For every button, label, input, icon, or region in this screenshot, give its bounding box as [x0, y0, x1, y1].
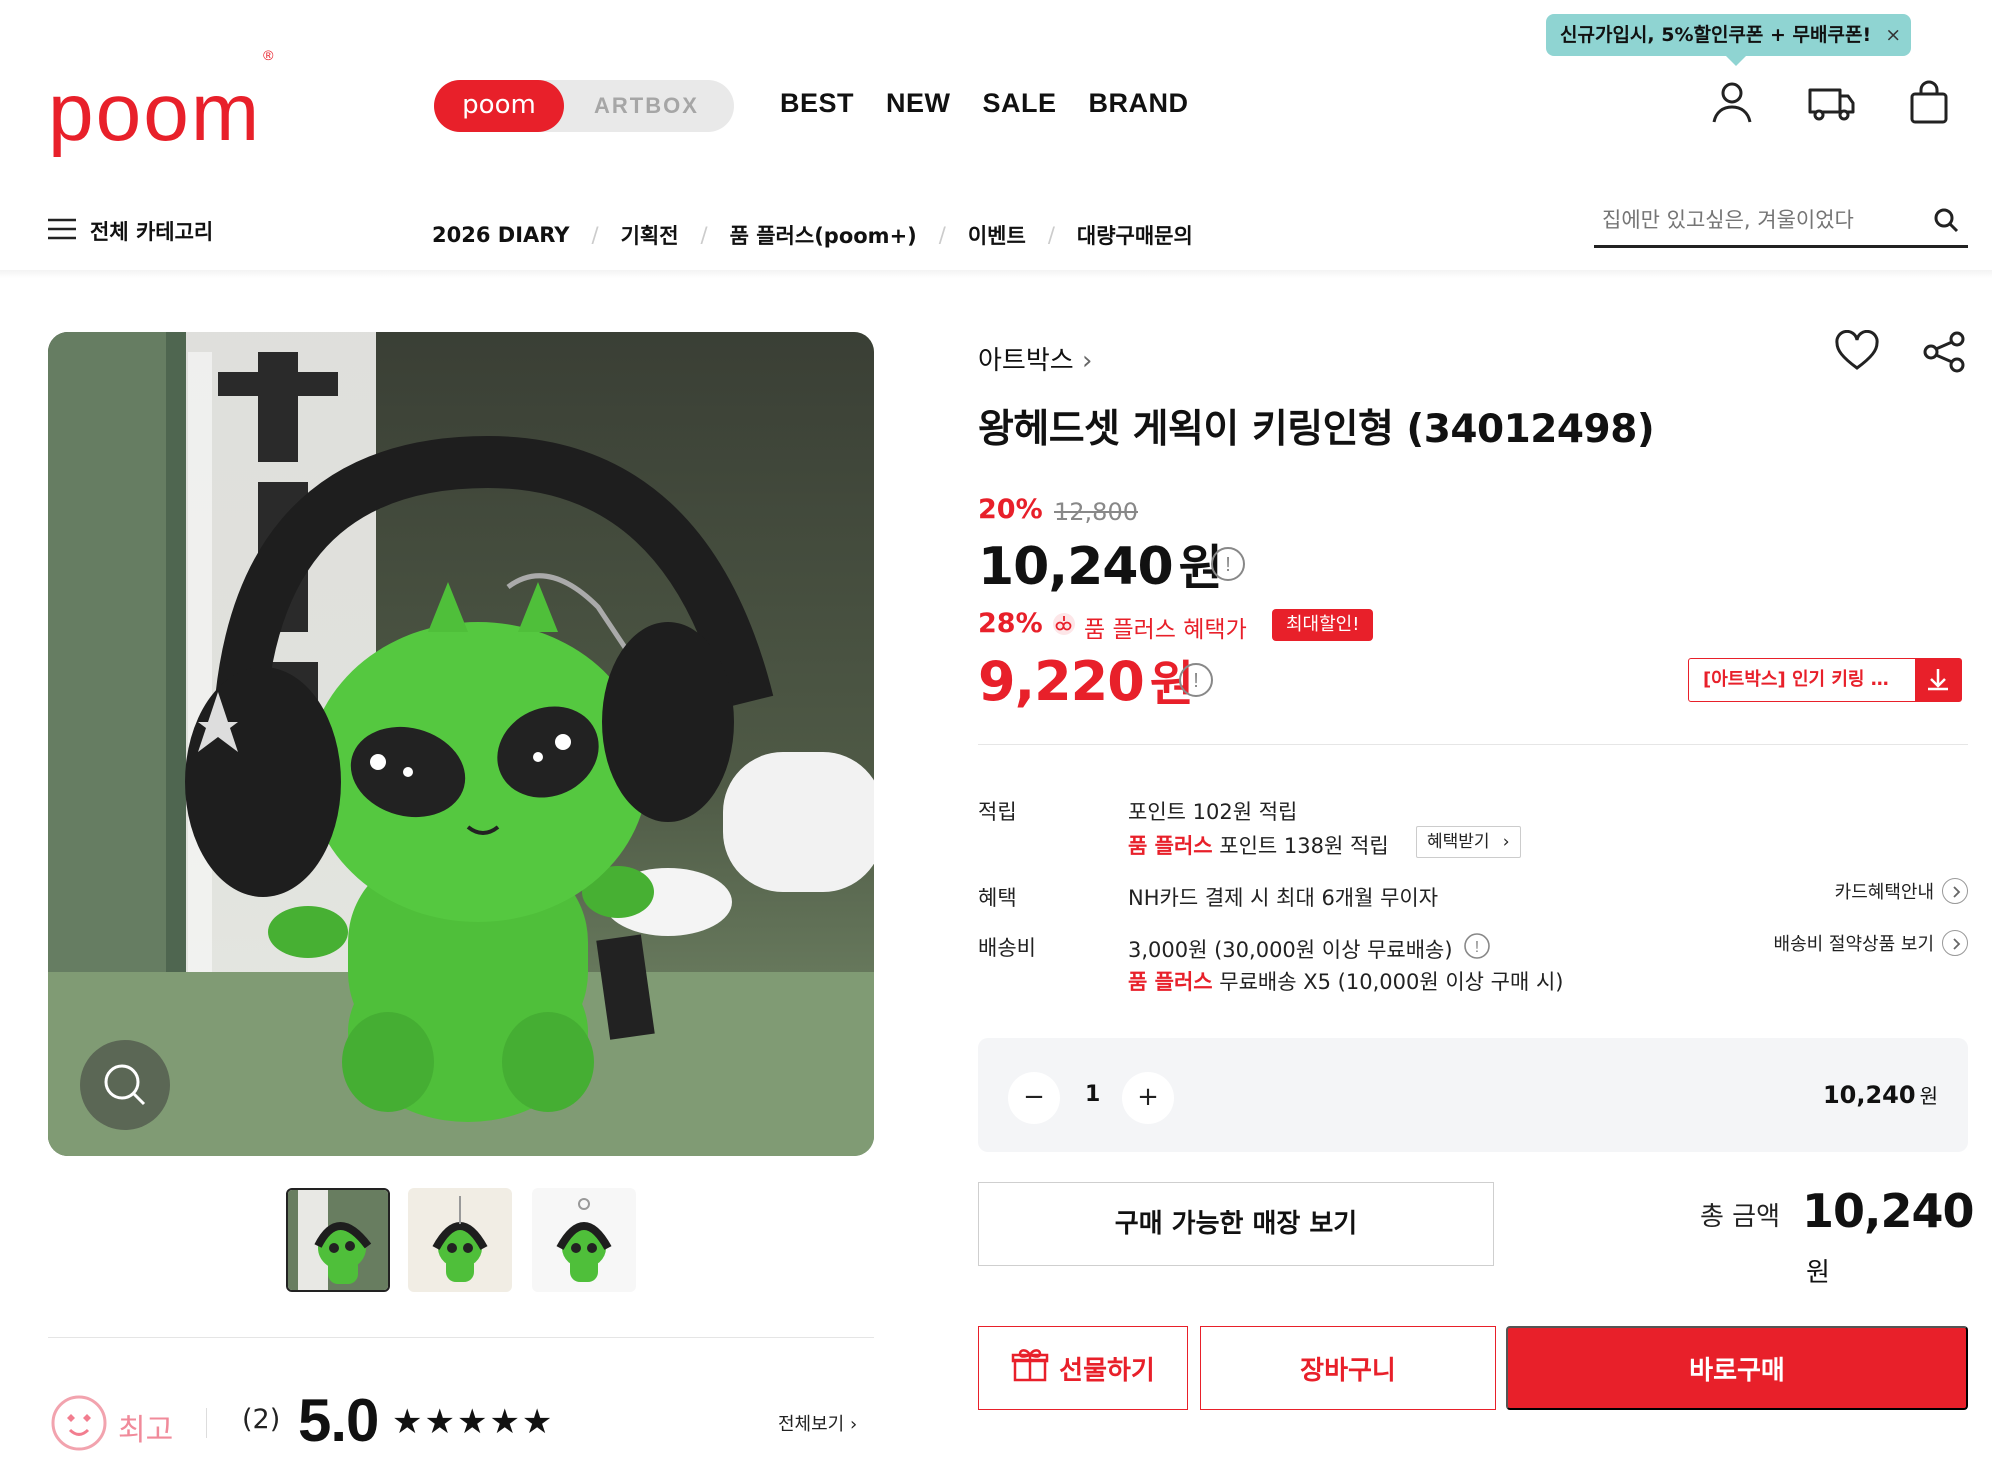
product-title: 왕헤드셋 게왹이 키링인형 (34012498) [978, 407, 1655, 452]
thumbnail-2[interactable] [408, 1188, 512, 1292]
plus-points-value: 품 플러스 포인트 138원 적립 [1128, 834, 1389, 858]
svg-text:!: ! [1474, 939, 1478, 956]
header-divider [0, 270, 1992, 278]
total-label: 총 금액 [1700, 1202, 1781, 1232]
max-discount-badge: 최대할인! [1272, 609, 1374, 641]
poom-plus-icon [1052, 612, 1076, 642]
review-badge-label: 최고 [118, 1413, 174, 1448]
quantity-minus-button[interactable]: − [1008, 1072, 1060, 1124]
poom-logo[interactable]: poom® [48, 48, 273, 154]
quantity-box: − 1 + 10,240 원 [978, 1038, 1968, 1152]
brand-toggle[interactable]: poom ARTBOX [434, 80, 734, 132]
review-rating-badge: 최고 [50, 1394, 173, 1460]
nav-best[interactable]: BEST [780, 88, 854, 119]
total-price: 10,240원 [1802, 1184, 1975, 1288]
sub-nav: 2026 DIARY / 기획전 / 품 플러스(poom+) / 이벤트 / … [432, 220, 1193, 250]
chevron-right-icon [1942, 878, 1968, 904]
price-info-icon[interactable]: ! [1210, 546, 1246, 586]
subnav-poom-plus[interactable]: 품 플러스(poom+) [730, 220, 917, 250]
nav-brand[interactable]: BRAND [1089, 88, 1189, 119]
price-divider [978, 744, 1968, 745]
nav-sale[interactable]: SALE [983, 88, 1057, 119]
review-stars: ★★★★★ [392, 1402, 555, 1442]
heart-icon[interactable] [1834, 329, 1880, 376]
subnav-separator: / [938, 223, 946, 247]
signup-promo-tooltip[interactable]: 신규가입시, 5%할인쿠폰 + 무배쿠폰! × [1546, 14, 1912, 66]
gift-icon [1011, 1346, 1049, 1391]
heart-face-icon [50, 1394, 108, 1460]
brand-toggle-artbox[interactable]: ARTBOX [594, 80, 699, 132]
plus-shipping-value: 품 플러스 무료배송 X5 (10,000원 이상 구매 시) [1128, 970, 1564, 994]
discount-rate: 20% [978, 494, 1043, 525]
add-to-cart-button[interactable]: 장바구니 [1200, 1326, 1496, 1410]
points-value: 포인트 102원 적립 [1128, 800, 1298, 824]
original-price: 12,800 [1054, 498, 1138, 526]
points-label: 적립 [978, 800, 1017, 824]
review-count: (2) [242, 1404, 281, 1435]
subnav-bulk-inquiry[interactable]: 대량구매문의 [1077, 220, 1193, 250]
nav-new[interactable]: NEW [886, 88, 951, 119]
buy-now-button[interactable]: 바로구매 [1506, 1326, 1968, 1410]
subnav-diary[interactable]: 2026 DIARY [432, 223, 569, 247]
shipping-value: 3,000원 (30,000원 이상 무료배송) ! [1128, 932, 1491, 965]
thumbnail-1[interactable] [286, 1188, 390, 1292]
get-benefit-button[interactable]: 혜택받기 › [1416, 826, 1521, 858]
quantity-line-price: 10,240 원 [1822, 1081, 1938, 1109]
plus-price-info-icon[interactable]: ! [1178, 662, 1214, 702]
plus-price: 9,220 원 [978, 650, 1194, 713]
gift-button[interactable]: 선물하기 [978, 1326, 1188, 1410]
chevron-right-icon [1942, 930, 1968, 956]
main-nav: BEST NEW SALE BRAND [780, 88, 1189, 119]
review-score: 5.0 [298, 1387, 379, 1454]
download-icon [1915, 659, 1961, 701]
close-icon[interactable]: × [1885, 14, 1901, 56]
benefit-value: NH카드 결제 시 최대 6개월 무이자 [1128, 886, 1439, 910]
subnav-event[interactable]: 이벤트 [968, 220, 1026, 250]
product-main-image[interactable] [48, 332, 874, 1156]
search-icon[interactable] [1932, 206, 1960, 238]
subnav-separator: / [1047, 223, 1055, 247]
shopping-bag-icon[interactable] [1906, 78, 1954, 126]
user-icon[interactable] [1708, 78, 1756, 126]
review-separator [206, 1408, 207, 1438]
coupon-text: [아트박스] 인기 키링 … [1703, 669, 1889, 690]
promo-text: 신규가입시, 5%할인쿠폰 + 무배쿠폰! [1560, 24, 1872, 46]
svg-text:!: ! [1225, 554, 1231, 576]
shipping-saver-link[interactable]: 배송비 절약상품 보기 [1774, 930, 1968, 956]
plus-discount-rate: 28% [978, 608, 1043, 639]
all-category-menu[interactable]: 전체 카테고리 [48, 216, 213, 246]
search-bar [1594, 198, 1968, 248]
thumbnail-3[interactable] [532, 1188, 636, 1292]
delivery-truck-icon[interactable] [1806, 78, 1855, 126]
review-view-all-link[interactable]: 전체보기 › [778, 1410, 857, 1436]
subnav-separator: / [700, 223, 708, 247]
brand-link[interactable]: 아트박스 › [978, 340, 1092, 377]
quantity-plus-button[interactable]: + [1122, 1072, 1174, 1124]
hamburger-icon [48, 218, 76, 245]
shipping-info-icon[interactable]: ! [1463, 932, 1491, 965]
benefit-label: 혜택 [978, 886, 1017, 910]
svg-text:!: ! [1193, 670, 1199, 692]
quantity-value[interactable]: 1 [1085, 1082, 1100, 1107]
coupon-download-button[interactable]: [아트박스] 인기 키링 … [1688, 658, 1962, 702]
plus-benefit-label: 품 플러스 혜택가 [1052, 610, 1247, 644]
brand-toggle-poom[interactable]: poom [434, 80, 564, 132]
search-input[interactable] [1594, 198, 1904, 242]
subnav-separator: / [591, 223, 599, 247]
share-icon[interactable] [1922, 330, 1968, 378]
subnav-promotion[interactable]: 기획전 [621, 220, 679, 250]
zoom-button[interactable] [80, 1040, 170, 1130]
view-stores-button[interactable]: 구매 가능한 매장 보기 [978, 1182, 1494, 1266]
image-section-divider [48, 1337, 874, 1338]
card-benefit-link[interactable]: 카드혜택안내 [1835, 878, 1968, 904]
all-category-label: 전체 카테고리 [90, 220, 214, 244]
sale-price: 10,240 원 [978, 537, 1223, 597]
shipping-label: 배송비 [978, 936, 1036, 960]
